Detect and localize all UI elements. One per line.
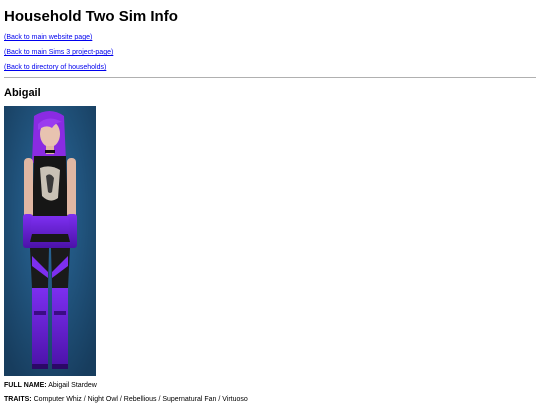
back-to-households-directory-link[interactable]: (Back to directory of households) — [4, 63, 536, 72]
page-title: Household Two Sim Info — [4, 8, 178, 25]
traits-value: Computer Whiz / Night Owl / Rebellious /… — [33, 396, 248, 403]
full-name-value: Abigail Stardew — [48, 382, 97, 389]
page-content: Household Two Sim Info (Back to main web… — [4, 0, 536, 404]
sim-portrait-image — [4, 106, 96, 376]
section-divider — [4, 77, 536, 78]
back-to-main-website-link[interactable]: (Back to main website page) — [4, 33, 536, 42]
sim-name-heading: Abigail — [4, 87, 41, 99]
back-to-sims3-project-link[interactable]: (Back to main Sims 3 project-page) — [4, 48, 536, 57]
full-name-label: FULL NAME: — [4, 382, 47, 389]
traits-row: TRAITS: Computer Whiz / Night Owl / Rebe… — [4, 395, 536, 404]
traits-label: TRAITS: — [4, 396, 32, 403]
full-name-row: FULL NAME: Abigail Stardew — [4, 381, 536, 390]
